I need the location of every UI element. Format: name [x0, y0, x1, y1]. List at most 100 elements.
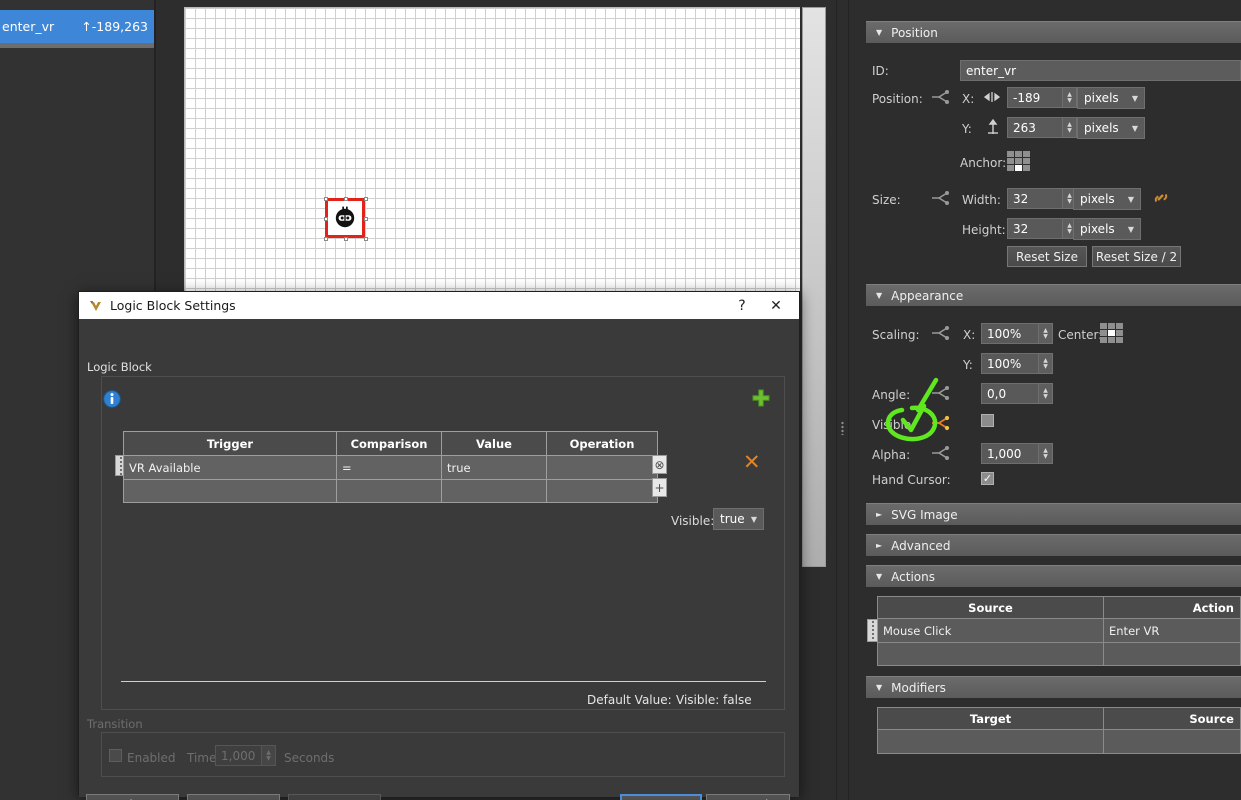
copy-button[interactable]: Copy: [187, 794, 280, 800]
delete-button[interactable]: Delete: [86, 794, 179, 800]
help-button[interactable]: ?: [725, 298, 759, 314]
logic-row-operation[interactable]: [547, 456, 657, 479]
anchor-cell-br[interactable]: [1023, 165, 1030, 171]
logic-row-value[interactable]: true: [442, 456, 547, 479]
width-unit-select[interactable]: pixels ▼: [1073, 188, 1141, 210]
alpha-logic-branch-icon[interactable]: [930, 445, 950, 464]
angle-stepper[interactable]: ▲ ▼: [1039, 383, 1053, 404]
action-row-drag-handle[interactable]: [867, 619, 878, 642]
center-picker[interactable]: [1100, 323, 1123, 343]
table-row[interactable]: Mouse Click Enter VR: [878, 619, 1240, 642]
section-header-modifiers[interactable]: ▼ Modifiers: [866, 676, 1241, 698]
anchor-cell-bc[interactable]: [1015, 165, 1022, 171]
center-cell-ml[interactable]: [1100, 330, 1107, 336]
section-header-actions[interactable]: ▼ Actions: [866, 565, 1241, 587]
anchor-cell-mr[interactable]: [1023, 158, 1030, 164]
anchor-cell-tr[interactable]: [1023, 151, 1030, 157]
center-cell-tl[interactable]: [1100, 323, 1107, 329]
section-header-appearance[interactable]: ▼ Appearance: [866, 284, 1241, 306]
resize-handle-n[interactable]: [344, 197, 348, 201]
logic-row-drag-handle[interactable]: [115, 455, 124, 476]
visible-logic-branch-icon[interactable]: [930, 415, 950, 434]
scale-y-input[interactable]: 100%: [981, 353, 1039, 374]
anchor-cell-tc[interactable]: [1015, 151, 1022, 157]
canvas-vertical-scrollbar[interactable]: [800, 7, 828, 800]
info-icon[interactable]: [103, 390, 121, 411]
anchor-cell-tl[interactable]: [1007, 151, 1014, 157]
logic-row-operation[interactable]: [547, 480, 657, 502]
size-logic-branch-icon[interactable]: [930, 190, 950, 209]
alpha-input[interactable]: 1,000: [981, 443, 1039, 464]
height-input[interactable]: 32: [1007, 218, 1063, 239]
logic-row-trigger[interactable]: VR Available: [124, 456, 337, 479]
section-header-position[interactable]: ▼ Position: [866, 21, 1241, 43]
link-aspect-ratio-icon[interactable]: [1152, 189, 1170, 210]
logic-row-trigger[interactable]: [124, 480, 337, 502]
ok-button[interactable]: OK: [620, 794, 702, 800]
id-field[interactable]: enter_vr: [960, 60, 1241, 81]
anchor-cell-mc[interactable]: [1015, 158, 1022, 164]
center-cell-tr[interactable]: [1116, 323, 1123, 329]
selected-object-bounds[interactable]: [324, 197, 368, 241]
center-cell-mr[interactable]: [1116, 330, 1123, 336]
anchor-cell-bl[interactable]: [1007, 165, 1014, 171]
scale-y-stepper[interactable]: ▲ ▼: [1039, 353, 1053, 374]
resize-handle-s[interactable]: [344, 237, 348, 241]
height-unit-select[interactable]: pixels ▼: [1073, 218, 1141, 240]
resize-handle-nw[interactable]: [324, 197, 328, 201]
dialog-title-bar[interactable]: Logic Block Settings ? ✕: [79, 292, 799, 319]
resize-handle-e[interactable]: [364, 217, 368, 221]
resize-handle-ne[interactable]: [364, 197, 368, 201]
reset-size-button[interactable]: Reset Size: [1007, 246, 1087, 267]
canvas-scrollbar-thumb[interactable]: [802, 7, 826, 567]
center-cell-bl[interactable]: [1100, 337, 1107, 343]
vertical-align-icon[interactable]: [986, 118, 1000, 138]
width-input[interactable]: 32: [1007, 188, 1063, 209]
anchor-picker[interactable]: [1007, 151, 1030, 171]
scaling-logic-branch-icon[interactable]: [930, 325, 950, 344]
delete-logic-rule-button[interactable]: ✕: [743, 452, 761, 473]
position-logic-branch-icon[interactable]: [930, 89, 950, 108]
resize-handle-sw[interactable]: [324, 237, 328, 241]
logic-visible-select[interactable]: true ▼: [713, 508, 764, 530]
x-stepper[interactable]: ▲ ▼: [1063, 87, 1077, 108]
logic-row-value[interactable]: [442, 480, 547, 502]
add-logic-row-icon[interactable]: [751, 388, 771, 411]
center-cell-bc[interactable]: [1108, 337, 1115, 343]
anchor-cell-ml[interactable]: [1007, 158, 1014, 164]
center-cell-br[interactable]: [1116, 337, 1123, 343]
logic-block-settings-dialog[interactable]: Logic Block Settings ? ✕ Logic Block Tri…: [78, 291, 800, 800]
add-logic-row-button[interactable]: +: [652, 478, 667, 497]
resize-handle-se[interactable]: [364, 237, 368, 241]
table-row[interactable]: [878, 642, 1240, 665]
table-row[interactable]: VR Available = true: [124, 456, 657, 479]
angle-logic-branch-icon[interactable]: [930, 385, 950, 404]
logic-row-comparison[interactable]: =: [337, 456, 442, 479]
scale-x-input[interactable]: 100%: [981, 323, 1039, 344]
table-row[interactable]: [124, 479, 657, 502]
splitter-grip[interactable]: [841, 421, 844, 435]
section-header-advanced[interactable]: ► Advanced: [866, 534, 1241, 556]
resize-handle-w[interactable]: [324, 217, 328, 221]
y-stepper[interactable]: ▲ ▼: [1063, 117, 1077, 138]
y-input[interactable]: 263: [1007, 117, 1063, 138]
x-input[interactable]: -189: [1007, 87, 1063, 108]
visible-checkbox[interactable]: [981, 414, 994, 427]
table-row[interactable]: [878, 730, 1240, 753]
section-header-svg-image[interactable]: ► SVG Image: [866, 503, 1241, 525]
scale-x-stepper[interactable]: ▲ ▼: [1039, 323, 1053, 344]
hand-cursor-checkbox[interactable]: ✓: [981, 472, 994, 485]
center-cell-tc[interactable]: [1108, 323, 1115, 329]
clear-logic-row-button[interactable]: ⊗: [652, 455, 667, 474]
alpha-stepper[interactable]: ▲ ▼: [1039, 443, 1053, 464]
panel-splitter[interactable]: [828, 0, 862, 800]
close-icon[interactable]: ✕: [759, 298, 793, 314]
horizontal-align-icon[interactable]: [983, 90, 1001, 107]
cancel-button[interactable]: Cancel: [706, 794, 790, 800]
angle-input[interactable]: 0,0: [981, 383, 1039, 404]
tree-item-enter-vr[interactable]: enter_vr ↑-189,263: [0, 10, 156, 43]
y-unit-select[interactable]: pixels ▼: [1077, 117, 1145, 139]
center-cell-mc[interactable]: [1108, 330, 1115, 336]
x-unit-select[interactable]: pixels ▼: [1077, 87, 1145, 109]
reset-size-half-button[interactable]: Reset Size / 2: [1092, 246, 1181, 267]
